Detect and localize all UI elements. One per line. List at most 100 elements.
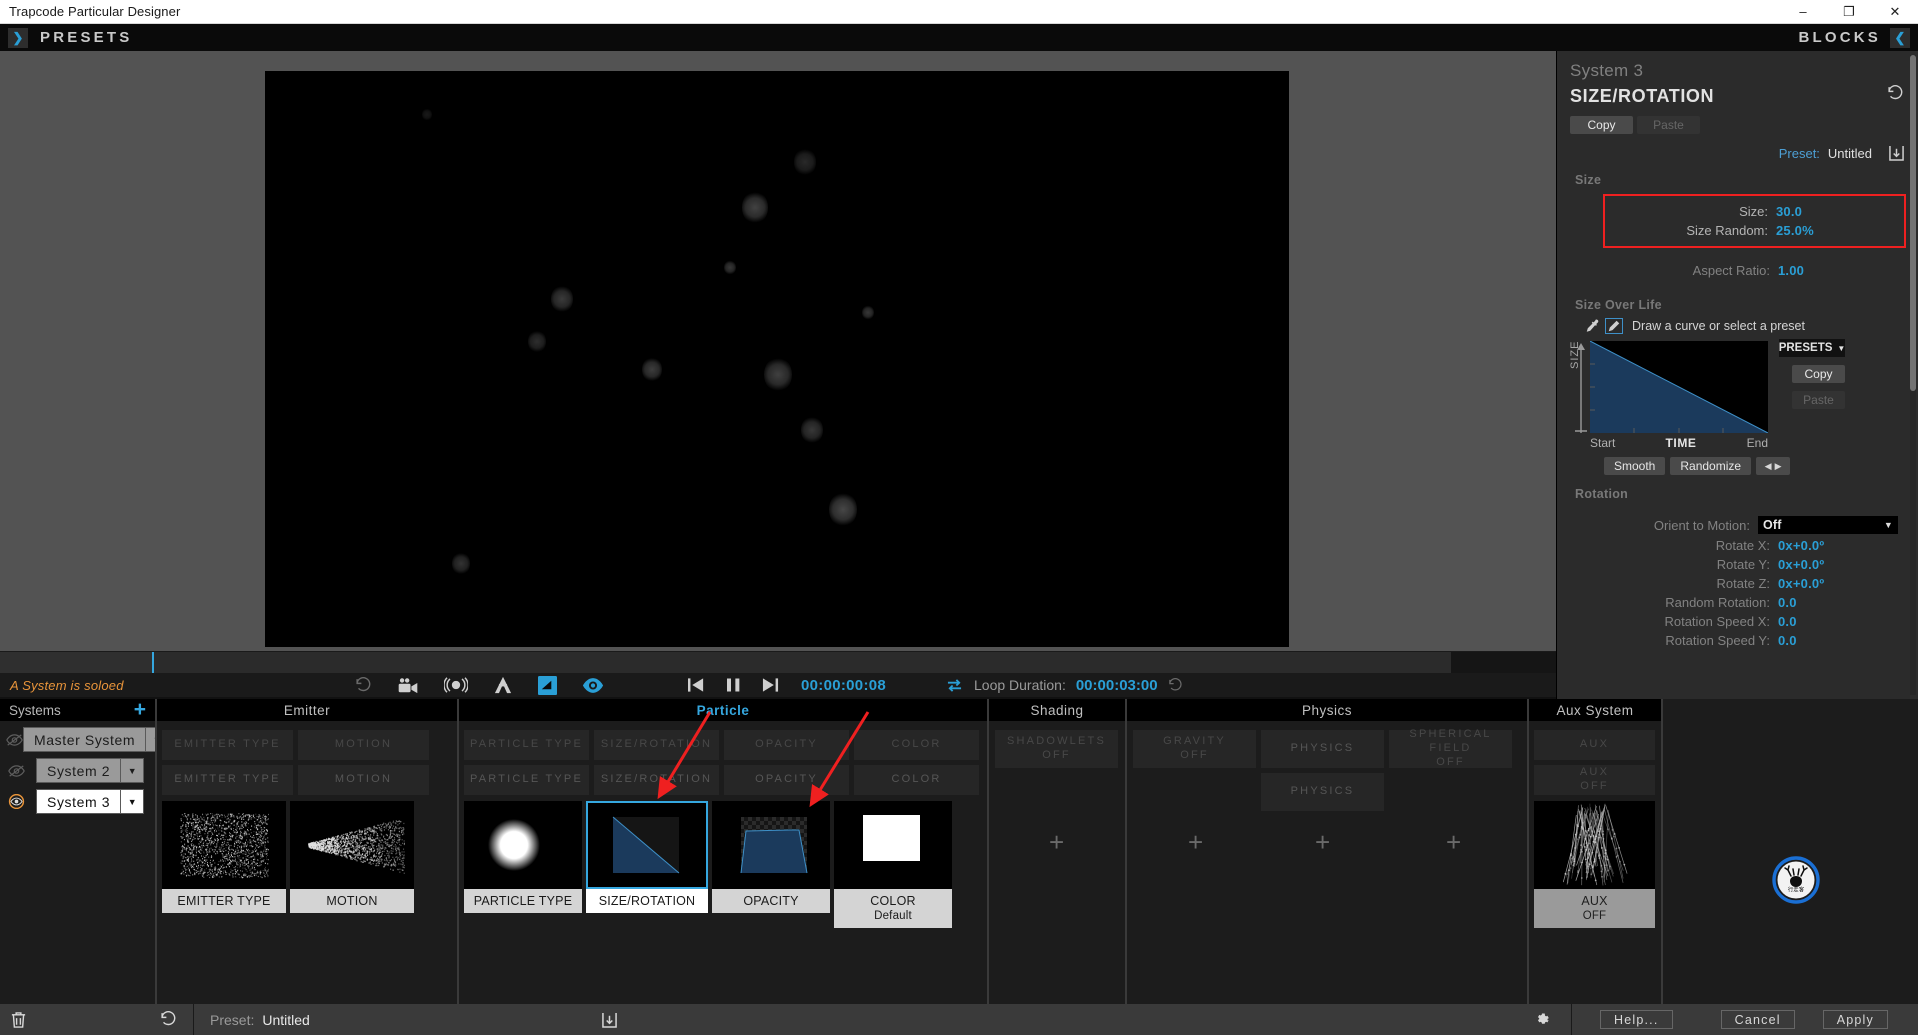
curve-randomize-button[interactable]: Randomize (1670, 457, 1751, 475)
block-card-motion[interactable]: MOTION (290, 801, 414, 913)
step-forward-icon[interactable] (762, 677, 779, 693)
slot-ghost-motion[interactable]: MOTION (298, 730, 429, 760)
apply-button[interactable]: Apply (1823, 1010, 1888, 1029)
slot-ghost-aux[interactable]: AUX (1534, 730, 1655, 760)
panel-reset-icon[interactable] (1887, 85, 1904, 107)
param-row-rotation-speed-y[interactable]: Rotation Speed Y: 0.0 (1603, 631, 1906, 650)
pause-icon[interactable] (727, 677, 740, 693)
param-value[interactable]: 0.0 (1778, 595, 1906, 610)
system-row-3[interactable]: System 3 ▼ (0, 783, 155, 814)
gear-icon[interactable] (1534, 1011, 1551, 1028)
dropdown-control[interactable]: Off ▼ (1758, 516, 1898, 534)
param-value[interactable]: 1.00 (1778, 263, 1906, 278)
panel-scrollbar[interactable] (1910, 55, 1916, 695)
preview-viewport[interactable] (0, 51, 1556, 651)
loop-duration-value[interactable]: 00:00:03:00 (1076, 677, 1158, 694)
slot-ghost-opacity[interactable]: OPACITY (724, 730, 849, 760)
param-row-size-random[interactable]: Size Random: 25.0% (1605, 221, 1904, 240)
camera-icon[interactable] (397, 677, 419, 694)
solo-eye-icon-active[interactable] (6, 794, 26, 809)
chevron-down-icon[interactable]: ▼ (120, 790, 143, 813)
slot-ghost-size-rotation[interactable]: SIZE/ROTATION (594, 730, 719, 760)
slot-ghost-emitter-type[interactable]: EMITTER TYPE (162, 730, 293, 760)
pencil-icon[interactable] (1605, 318, 1623, 334)
slot-ghost-aux-off[interactable]: AUX OFF (1534, 765, 1655, 795)
chart-plot-area[interactable] (1590, 341, 1768, 433)
slot-ghost-shadowlets[interactable]: SHADOWLETS OFF (995, 730, 1118, 768)
param-row-size[interactable]: Size: 30.0 (1605, 202, 1904, 221)
block-card-size-rotation[interactable]: SIZE/ROTATION (586, 801, 708, 913)
trash-icon[interactable] (0, 1011, 27, 1029)
panel-scrollbar-thumb[interactable] (1910, 55, 1916, 391)
loop-icon[interactable] (945, 678, 964, 693)
save-preset-icon[interactable] (602, 1012, 617, 1028)
add-block-button-shading[interactable]: + (1049, 829, 1064, 855)
bottom-preset-value[interactable]: Untitled (254, 1012, 309, 1028)
param-row-rotate-y[interactable]: Rotate Y: 0x+0.0º (1603, 555, 1906, 574)
param-value[interactable]: 30.0 (1776, 204, 1904, 219)
block-card-emitter-type[interactable]: EMITTER TYPE (162, 801, 286, 913)
param-row-random-rotation[interactable]: Random Rotation: 0.0 (1603, 593, 1906, 612)
slot-ghost-gravity[interactable]: GRAVITY OFF (1133, 730, 1256, 768)
minimize-button[interactable]: – (1780, 0, 1826, 24)
param-value[interactable]: 25.0% (1776, 223, 1904, 238)
system-selector-master[interactable]: Master System ▼ (23, 727, 169, 752)
prev-arrow-icon[interactable]: ◀ (1765, 461, 1772, 472)
param-value[interactable]: 0x+0.0º (1778, 557, 1906, 572)
render-stage[interactable] (265, 71, 1289, 647)
param-value[interactable]: 0x+0.0º (1778, 538, 1906, 553)
loop-reset-icon[interactable] (1168, 678, 1183, 693)
skip-back-icon[interactable] (688, 677, 705, 693)
orient-to-motion-dropdown[interactable]: Off ▼ (1758, 516, 1906, 534)
blocks-toggle-button[interactable]: ❮ (1890, 28, 1910, 48)
panel-preset-label[interactable]: Preset: (1779, 146, 1820, 161)
bounding-box-icon[interactable] (538, 676, 557, 695)
param-row-orient-to-motion[interactable]: Orient to Motion: Off ▼ (1603, 514, 1906, 536)
curve-copy-button[interactable]: Copy (1792, 365, 1845, 383)
eyedropper-icon[interactable] (1585, 319, 1599, 333)
help-button[interactable]: Help... (1600, 1010, 1673, 1029)
block-card-particle-type[interactable]: PARTICLE TYPE (464, 801, 582, 913)
slot-ghost-particle-type[interactable]: PARTICLE TYPE (464, 730, 589, 760)
timeline-playhead[interactable] (152, 652, 154, 674)
slot-ghost-spherical-field[interactable]: SPHERICAL FIELD OFF (1389, 730, 1512, 768)
param-row-aspect-ratio[interactable]: Aspect Ratio: 1.00 (1603, 261, 1906, 280)
presets-toggle-button[interactable]: ❯ (8, 28, 28, 48)
cancel-button[interactable]: Cancel (1721, 1010, 1795, 1029)
curve-presets-button[interactable]: PRESETS ▼ (1779, 339, 1845, 357)
slot-ghost-opacity-2[interactable]: OPACITY (724, 765, 849, 795)
panel-copy-button[interactable]: Copy (1570, 116, 1633, 134)
close-button[interactable]: ✕ (1872, 0, 1918, 24)
reset-icon[interactable] (160, 1011, 193, 1028)
solo-eye-icon[interactable] (6, 765, 26, 777)
slot-ghost-motion-2[interactable]: MOTION (298, 765, 429, 795)
slot-ghost-size-rotation-2[interactable]: SIZE/ROTATION (594, 765, 719, 795)
plus-icon[interactable]: + (134, 702, 146, 719)
param-row-rotate-z[interactable]: Rotate Z: 0x+0.0º (1603, 574, 1906, 593)
current-time-display[interactable]: 00:00:00:08 (801, 677, 886, 694)
add-block-button-physics-1[interactable]: + (1188, 829, 1203, 855)
system-row-2[interactable]: System 2 ▼ (0, 752, 155, 783)
motion-blur-icon[interactable] (444, 676, 468, 694)
system-selector-3[interactable]: System 3 ▼ (36, 789, 144, 814)
slot-ghost-color-2[interactable]: COLOR (854, 765, 979, 795)
param-value[interactable]: 0x+0.0º (1778, 576, 1906, 591)
undo-icon[interactable] (355, 677, 372, 694)
timeline-scrubber[interactable] (0, 651, 1556, 673)
slot-ghost-color[interactable]: COLOR (854, 730, 979, 760)
curve-step-buttons[interactable]: ◀ ▶ (1756, 457, 1790, 475)
curve-smooth-button[interactable]: Smooth (1604, 457, 1665, 475)
panel-preset-value[interactable]: Untitled (1828, 146, 1872, 161)
eye-icon[interactable] (582, 678, 604, 693)
block-card-aux[interactable]: AUX OFF (1534, 801, 1655, 928)
param-value[interactable]: 0.0 (1778, 614, 1906, 629)
block-card-color[interactable]: COLOR Default (834, 801, 952, 928)
system-row-master[interactable]: Master System ▼ (0, 721, 155, 752)
slot-ghost-physics[interactable]: PHYSICS (1261, 730, 1384, 768)
add-block-button-physics-3[interactable]: + (1446, 829, 1461, 855)
param-value[interactable]: 0.0 (1778, 633, 1906, 648)
block-card-opacity[interactable]: OPACITY (712, 801, 830, 913)
size-over-life-chart[interactable]: SIZE Start TIME End PRESETS (1557, 339, 1918, 451)
system-selector-2[interactable]: System 2 ▼ (36, 758, 144, 783)
param-row-rotation-speed-x[interactable]: Rotation Speed X: 0.0 (1603, 612, 1906, 631)
